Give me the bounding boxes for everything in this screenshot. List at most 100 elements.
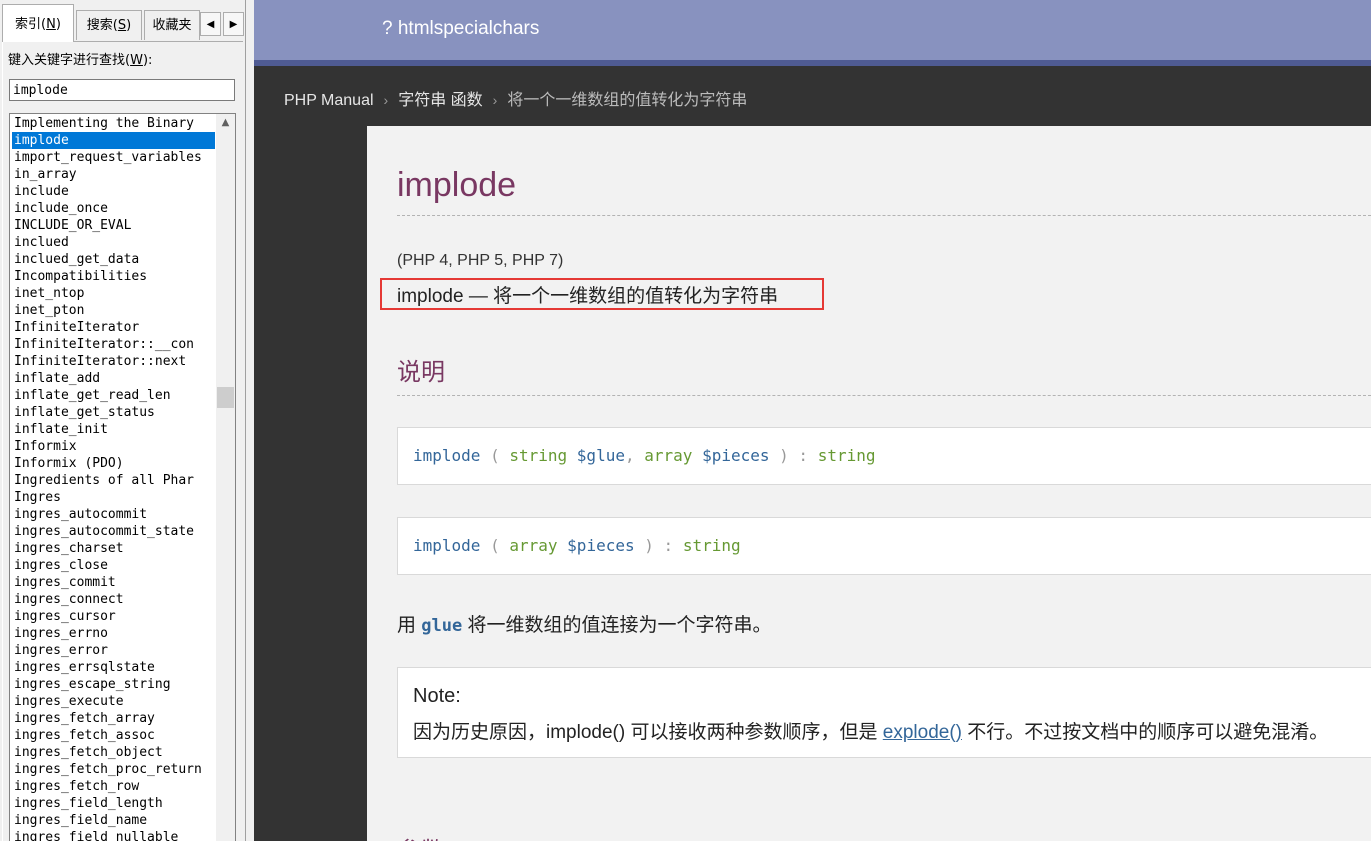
breadcrumb: PHP Manual › 字符串 函数 › 将一个一维数组的值转化为字符串 <box>284 86 747 110</box>
list-item[interactable]: InfiniteIterator <box>12 319 215 336</box>
list-item[interactable]: in_array <box>12 166 215 183</box>
list-item[interactable]: inflate_get_read_len <box>12 387 215 404</box>
list-item[interactable]: ingres_fetch_proc_return <box>12 761 215 778</box>
note-title: Note: <box>413 685 461 707</box>
list-item[interactable]: inet_pton <box>12 302 215 319</box>
list-item[interactable]: ingres_fetch_row <box>12 778 215 795</box>
breadcrumb-separator: › <box>492 92 498 108</box>
list-item[interactable]: inclued <box>12 234 215 251</box>
breadcrumb-link-php-manual[interactable]: PHP Manual <box>284 92 374 109</box>
return-type: string <box>682 536 741 555</box>
scrollbar-thumb[interactable] <box>217 387 234 408</box>
list-item[interactable]: inflate_init <box>12 421 215 438</box>
list-item[interactable]: ingres_field_nullable <box>12 829 215 841</box>
tab-scroll-left-button[interactable]: ◀ <box>200 12 221 36</box>
param-type: array <box>644 446 693 465</box>
list-item[interactable]: INCLUDE_OR_EVAL <box>12 217 215 234</box>
list-item[interactable]: ingres_close <box>12 557 215 574</box>
keyword-label-accesskey: W <box>130 53 143 68</box>
param-type: string <box>509 446 568 465</box>
list-item[interactable]: InfiniteIterator::__con <box>12 336 215 353</box>
method-synopsis-1: implode ( string $glue, array $pieces ) … <box>397 427 1371 485</box>
doc-content: implode (PHP 4, PHP 5, PHP 7) implode — … <box>367 126 1371 841</box>
description-text: 用 <box>397 615 417 636</box>
keyword-index-list[interactable]: Implementing the Binary implode import_req… <box>9 113 236 841</box>
list-item[interactable]: ingres_fetch_object <box>12 744 215 761</box>
param-var: $pieces <box>702 446 770 465</box>
comma: , <box>624 446 635 465</box>
list-item[interactable]: implode <box>12 132 215 149</box>
note-text: 不行。不过按文档中的顺序可以避免混淆。 <box>967 722 1329 743</box>
list-item[interactable]: ingres_field_name <box>12 812 215 829</box>
ref-purpose: implode — 将一个一维数组的值转化为字符串 <box>397 286 779 307</box>
list-item[interactable]: ingres_connect <box>12 591 215 608</box>
param-code: glue <box>421 616 463 636</box>
description-heading: 说明 <box>397 359 445 386</box>
tab-favorites-label: 收藏夹 <box>152 18 192 33</box>
param-var: $pieces <box>567 536 635 555</box>
list-item[interactable]: Implementing the Binary <box>12 115 215 132</box>
description-paragraph: 用 glue 将一维数组的值连接为一个字符串。 <box>397 610 772 637</box>
note-box: Note: 因为历史原因，implode() 可以接收两种参数顺序，但是 exp… <box>397 667 1371 758</box>
list-item[interactable]: ingres_errsqlstate <box>12 659 215 676</box>
note-body: 因为历史原因，implode() 可以接收两种参数顺序，但是 explode()… <box>413 717 1328 744</box>
manual-page-view: ? htmlspecialchars PHP Manual › 字符串 函数 › 将一个… <box>254 0 1371 841</box>
method-name: implode <box>413 446 481 465</box>
help-navigation-pane: 索引(N) 搜索(S) 收藏夹 ◀ ▶ 键入关键字进行查找(W): Implem… <box>0 0 246 841</box>
paren-close: ) <box>779 446 789 465</box>
list-item[interactable]: ingres_autocommit_state <box>12 523 215 540</box>
keyword-list-scrollbar[interactable]: ▲ <box>216 114 235 841</box>
param-type: array <box>509 536 558 555</box>
list-item[interactable]: ingres_field_length <box>12 795 215 812</box>
list-item[interactable]: Ingres <box>12 489 215 506</box>
list-item[interactable]: ingres_fetch_array <box>12 710 215 727</box>
description-divider <box>397 395 1371 396</box>
method-name: implode <box>413 536 481 555</box>
paren-close: ) <box>644 536 654 555</box>
param-var: $glue <box>576 446 625 465</box>
tab-search-label: 搜索( <box>86 18 118 33</box>
tab-index[interactable]: 索引(N) <box>2 4 74 42</box>
breadcrumb-separator: › <box>383 92 389 108</box>
list-item[interactable]: ingres_autocommit <box>12 506 215 523</box>
breadcrumb-link-string-functions[interactable]: 字符串 函数 <box>398 92 482 109</box>
list-item[interactable]: ingres_commit <box>12 574 215 591</box>
list-item[interactable]: inet_ntop <box>12 285 215 302</box>
scroll-up-arrow-icon[interactable]: ▲ <box>216 114 235 131</box>
tab-search-accesskey: S <box>117 18 127 33</box>
tab-search[interactable]: 搜索(S) <box>76 10 142 40</box>
list-item[interactable]: inflate_get_status <box>12 404 215 421</box>
tab-index-label: 索引( <box>15 17 47 32</box>
title-divider <box>397 215 1371 216</box>
list-item[interactable]: ingres_escape_string <box>12 676 215 693</box>
return-type: string <box>817 446 876 465</box>
list-item[interactable]: ingres_errno <box>12 625 215 642</box>
list-item[interactable]: ingres_fetch_assoc <box>12 727 215 744</box>
topbar-title[interactable]: ? htmlspecialchars <box>382 18 539 40</box>
keyword-search-input[interactable] <box>9 79 235 101</box>
description-text: 将一维数组的值连接为一个字符串。 <box>467 615 772 636</box>
list-item[interactable]: Informix <box>12 438 215 455</box>
tab-favorites[interactable]: 收藏夹 <box>144 10 200 40</box>
list-item[interactable]: inclued_get_data <box>12 251 215 268</box>
list-item[interactable]: inflate_add <box>12 370 215 387</box>
list-item[interactable]: include_once <box>12 200 215 217</box>
paren-open: ( <box>490 446 500 465</box>
keyword-label-end: ): <box>142 53 153 68</box>
explode-link[interactable]: explode() <box>883 722 962 743</box>
tab-scroll-right-button[interactable]: ▶ <box>223 12 244 36</box>
list-item[interactable]: import_request_variables <box>12 149 215 166</box>
function-title: implode <box>397 166 517 204</box>
keyword-label-text: 键入关键字进行查找( <box>8 53 131 68</box>
keyword-label: 键入关键字进行查找(W): <box>8 49 152 68</box>
version-info: (PHP 4, PHP 5, PHP 7) <box>397 252 564 269</box>
list-item[interactable]: ingres_error <box>12 642 215 659</box>
list-item[interactable]: InfiniteIterator::next <box>12 353 215 370</box>
list-item[interactable]: Incompatibilities <box>12 268 215 285</box>
list-item[interactable]: Informix (PDO) <box>12 455 215 472</box>
list-item[interactable]: ingres_cursor <box>12 608 215 625</box>
list-item[interactable]: ingres_execute <box>12 693 215 710</box>
list-item[interactable]: Ingredients of all Phar <box>12 472 215 489</box>
list-item[interactable]: ingres_charset <box>12 540 215 557</box>
list-item[interactable]: include <box>12 183 215 200</box>
